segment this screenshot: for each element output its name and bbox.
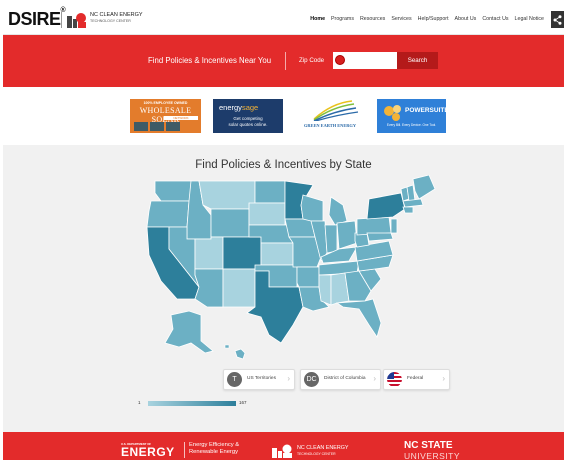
state-or[interactable] <box>146 200 190 228</box>
zip-label: Zip Code <box>299 57 325 64</box>
doe-logo[interactable]: ENERGY <box>121 445 175 459</box>
sponsor-green-earth-energy[interactable]: GREEN EARTH ENERGY <box>292 99 368 133</box>
chevron-right-icon: › <box>373 374 376 383</box>
share-icon <box>553 15 562 25</box>
state-nj[interactable] <box>390 218 398 234</box>
ncce-footer-mark-icon[interactable] <box>272 444 294 458</box>
state-co[interactable] <box>222 236 262 270</box>
green-earth-name: GREEN EARTH ENERGY <box>303 123 357 128</box>
nav-home[interactable]: Home <box>310 16 325 22</box>
nav-about-us[interactable]: About Us <box>455 16 477 22</box>
state-ct[interactable] <box>402 206 414 214</box>
state-mi[interactable] <box>328 196 348 226</box>
state-wy[interactable] <box>210 208 250 238</box>
energysage-name: energysage <box>219 103 259 112</box>
legend-min: 1 <box>138 400 141 405</box>
footer-divider <box>184 442 185 458</box>
state-az[interactable] <box>194 268 224 308</box>
chevron-right-icon: › <box>287 374 290 383</box>
eere-line2: Renewable Energy <box>189 449 238 455</box>
dsire-logo[interactable]: DSIRE® <box>8 7 66 30</box>
state-ut[interactable] <box>194 236 224 270</box>
state-ia[interactable] <box>284 218 316 238</box>
ncce-subname: TECHNOLOGY CENTER <box>90 19 131 23</box>
ncsu-line2: UNIVERSITY <box>404 451 461 460</box>
ncsu-logo[interactable]: NC STATE UNIVERSITY <box>404 440 461 461</box>
state-ak[interactable] <box>164 310 214 354</box>
legend-gradient-bar <box>148 401 236 406</box>
state-wa[interactable] <box>154 180 192 202</box>
nav-contact-us[interactable]: Contact Us <box>482 16 508 22</box>
state-ny[interactable] <box>366 192 406 220</box>
state-pa[interactable] <box>356 216 392 236</box>
powersuite-name: POWERSUITE <box>405 107 449 114</box>
state-ar[interactable] <box>296 266 320 288</box>
powersuite-gears-icon <box>384 105 401 121</box>
sponsor-powersuite[interactable]: POWERSUITE Every Bill. Every Device. One… <box>377 99 449 133</box>
search-heading: Find Policies & Incentives Near You <box>148 56 272 65</box>
chevron-right-icon: › <box>442 374 445 383</box>
logo-divider <box>61 12 62 28</box>
search-button[interactable]: Search <box>397 52 438 69</box>
state-md[interactable] <box>366 232 394 242</box>
state-nd[interactable] <box>254 180 286 204</box>
nav-services[interactable]: Services <box>391 16 411 22</box>
state-ks[interactable] <box>260 242 294 266</box>
territories-badge-icon: T <box>227 372 242 387</box>
state-me[interactable] <box>412 175 436 200</box>
top-navbar: DSIRE® NC CLEAN ENERGY TECHNOLOGY CENTER… <box>3 3 564 35</box>
wholesale-top: 100% EMPLOYEE OWNED <box>143 101 188 105</box>
nav-legal-notice[interactable]: Legal Notice <box>515 16 544 22</box>
ncce-mark-icon <box>67 13 86 28</box>
eere-line1: Energy Efficiency & <box>189 442 240 448</box>
state-mt[interactable] <box>198 180 256 210</box>
district-of-columbia-label: District of Columbia <box>324 376 366 381</box>
eere-logo[interactable]: Energy Efficiency & Renewable Energy <box>189 442 239 456</box>
footer: U.S. DEPARTMENT OF ENERGY Energy Efficie… <box>3 432 564 460</box>
sponsor-strip: 100% EMPLOYEE OWNED WHOLESALE SOLAR NETW… <box>3 87 564 145</box>
energysage-tag2: solar quotes online. <box>228 121 268 127</box>
us-territories-button[interactable]: T US Territories › <box>223 369 295 390</box>
state-oh[interactable] <box>336 220 358 250</box>
us-state-map[interactable] <box>143 175 443 375</box>
state-hi-small[interactable] <box>224 344 230 349</box>
sponsor-energysage[interactable]: energysage Get competing solar quotes on… <box>213 99 283 133</box>
state-hi[interactable] <box>234 348 246 360</box>
search-bar: Find Policies & Incentives Near You Zip … <box>3 35 564 87</box>
wholesale-badges <box>134 122 180 131</box>
us-territories-label: US Territories <box>247 376 276 381</box>
wholesale-tag: NETWORK <box>164 116 198 120</box>
federal-label: Federal <box>407 376 424 381</box>
federal-button[interactable]: Federal › <box>383 369 450 390</box>
state-sd[interactable] <box>248 202 286 226</box>
nav-programs[interactable]: Programs <box>331 16 354 22</box>
state-wi[interactable] <box>300 194 324 222</box>
state-in[interactable] <box>324 224 338 254</box>
dc-badge-icon: DC <box>304 372 319 387</box>
page: DSIRE® NC CLEAN ENERGY TECHNOLOGY CENTER… <box>3 3 564 460</box>
green-earth-swoosh-icon <box>313 100 359 121</box>
state-ms[interactable] <box>318 274 332 306</box>
legend-max: 167 <box>239 400 247 405</box>
us-flag-icon <box>387 372 402 387</box>
ncce-footer-logo[interactable]: NC CLEAN ENERGY TECHNOLOGY CENTER <box>297 445 349 457</box>
nav-resources[interactable]: Resources <box>360 16 385 22</box>
powersuite-tag: Every Bill. Every Device. One Tool. <box>386 123 437 127</box>
state-nm[interactable] <box>222 268 256 308</box>
map-section: Find Policies & Incentives by State T US… <box>3 145 564 432</box>
district-of-columbia-button[interactable]: DC District of Columbia › <box>300 369 381 390</box>
state-fl[interactable] <box>335 298 382 338</box>
main-nav: Home Programs Resources Services Help/Su… <box>310 16 544 22</box>
globe-icon <box>335 55 345 65</box>
ncsu-line1: NC STATE <box>404 440 453 451</box>
nav-help-support[interactable]: Help/Support <box>418 16 449 22</box>
map-title: Find Policies & Incentives by State <box>195 159 372 171</box>
sponsor-wholesale-solar[interactable]: 100% EMPLOYEE OWNED WHOLESALE SOLAR NETW… <box>130 99 201 133</box>
share-button[interactable] <box>551 11 564 28</box>
ncce-footer-subname: TECHNOLOGY CENTER <box>297 452 336 456</box>
search-divider <box>285 52 286 70</box>
